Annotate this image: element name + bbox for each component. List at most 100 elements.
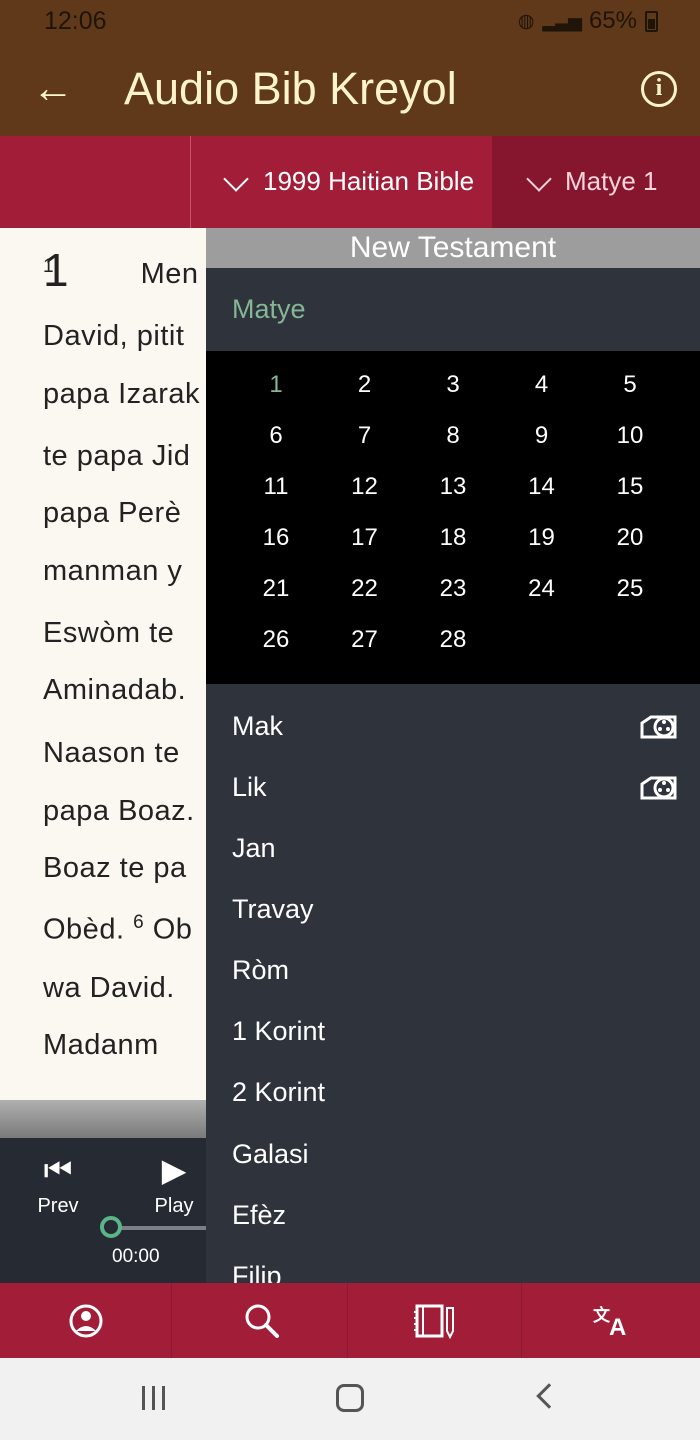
chapter-23-button[interactable]: 23	[423, 572, 483, 606]
verse-line: Boaz te pa	[43, 852, 187, 884]
chapter-25-button[interactable]: 25	[600, 572, 660, 606]
book-chapter-drawer: New Testament Matye 1 2 3 4 5 6 7 8 9 10 11 12 13 14 1…	[206, 228, 700, 1283]
translate-button[interactable]: 文 A	[522, 1283, 700, 1358]
notebook-pen-icon	[413, 1304, 454, 1339]
search-icon	[245, 1304, 279, 1338]
chapter-4-button[interactable]: 4	[512, 368, 572, 402]
audio-time: 00:00	[112, 1246, 160, 1267]
book-chapter-label: Matye 1	[565, 166, 658, 196]
chapter-10-button[interactable]: 10	[600, 419, 660, 453]
system-navigation	[0, 1358, 700, 1440]
chapter-28-button[interactable]: 28	[423, 623, 483, 657]
verse-line: Obèd. 6 Ob	[43, 912, 192, 947]
status-bar: 12:06 ◍ ▂▃▅ 65%	[0, 0, 700, 42]
verse-line: wa David.	[43, 972, 175, 1004]
book-item-travay[interactable]: Travay	[232, 883, 672, 935]
scripture-reader[interactable]: 1 1 Men n David, pitit papa Izarak te pa…	[0, 228, 206, 1100]
chapter-20-button[interactable]: 20	[600, 521, 660, 555]
drawer-heading: New Testament	[206, 228, 700, 268]
film-reel-icon	[640, 776, 677, 800]
film-reel-icon	[640, 715, 677, 739]
play-label: Play	[154, 1195, 194, 1217]
version-label: 1999 Haitian Bible	[263, 166, 475, 196]
play-button[interactable]: ▶ Play	[134, 1151, 214, 1223]
notes-button[interactable]	[350, 1283, 522, 1358]
verse-line: Aminadab.	[43, 674, 187, 706]
chapter-26-button[interactable]: 26	[246, 623, 306, 657]
book-item-jan[interactable]: Jan	[232, 822, 672, 874]
chapter-9-button[interactable]: 9	[512, 419, 572, 453]
chapter-14-button[interactable]: 14	[512, 470, 572, 504]
chapter-24-button[interactable]: 24	[512, 572, 572, 606]
back-arrow-icon[interactable]: ←	[32, 66, 74, 110]
book-item-efez[interactable]: Efèz	[232, 1189, 672, 1241]
svg-text:A: A	[609, 1314, 626, 1339]
book-label: Lik	[232, 772, 267, 802]
chapter-12-button[interactable]: 12	[335, 470, 395, 504]
verse-text: Obèd.	[43, 913, 125, 946]
book-item-2-korint[interactable]: 2 Korint	[232, 1066, 672, 1118]
chapter-13-button[interactable]: 13	[423, 470, 483, 504]
wifi-icon: ◍	[517, 10, 535, 32]
book-item-filip[interactable]: Filip	[232, 1250, 672, 1283]
battery-percentage: 65%	[588, 7, 637, 34]
chapter-grid: 1 2 3 4 5 6 7 8 9 10 11 12 13 14 15 16 17 18 19 20 21 22 23 24 2…	[206, 351, 700, 684]
version-dropdown[interactable]: 1999 Haitian Bible	[190, 136, 492, 228]
book-item-mak[interactable]: Mak	[232, 700, 677, 752]
verse-line: David, pitit	[43, 320, 185, 352]
previous-button[interactable]: ⏮ Prev	[18, 1151, 98, 1223]
previous-label: Prev	[37, 1195, 79, 1217]
app-title: Audio Bib Kreyol	[124, 63, 457, 114]
recent-apps-icon[interactable]	[142, 1386, 166, 1410]
chapter-15-button[interactable]: 15	[600, 470, 660, 504]
chevron-down-icon	[526, 166, 552, 192]
chapter-18-button[interactable]: 18	[423, 521, 483, 555]
current-book[interactable]: Matye	[232, 294, 306, 325]
verse-line: te papa Jid	[43, 440, 191, 472]
chapter-17-button[interactable]: 17	[335, 521, 395, 555]
verse-line: 1 Men n	[43, 256, 206, 291]
verse-line: papa Perè	[43, 497, 182, 529]
verse-text: Ob	[152, 913, 193, 946]
book-chapter-dropdown[interactable]: Matye 1	[492, 136, 700, 228]
chapter-27-button[interactable]: 27	[335, 623, 395, 657]
app-bar: ← Audio Bib Kreyol i	[0, 42, 700, 136]
chapter-2-button[interactable]: 2	[335, 368, 395, 402]
verse-number: 6	[133, 912, 145, 933]
search-button[interactable]	[176, 1283, 348, 1358]
home-icon[interactable]	[336, 1384, 364, 1412]
chapter-5-button[interactable]: 5	[600, 368, 660, 402]
reader-fade	[0, 1100, 206, 1138]
verse-text: Men n	[140, 257, 206, 290]
chapter-16-button[interactable]: 16	[246, 521, 306, 555]
book-list[interactable]: Mak Lik Jan Travay Ròm 1 Korint 2 Korint	[206, 684, 700, 1283]
chapter-22-button[interactable]: 22	[335, 572, 395, 606]
chapter-11-button[interactable]: 11	[246, 470, 306, 504]
info-icon[interactable]: i	[641, 71, 677, 107]
translate-icon: 文 A	[593, 1305, 626, 1339]
back-icon[interactable]	[536, 1383, 562, 1409]
profile-button[interactable]	[0, 1283, 172, 1358]
book-item-rom[interactable]: Ròm	[232, 944, 672, 996]
audio-progress-handle[interactable]	[100, 1216, 122, 1238]
verse-line: manman y	[43, 555, 183, 587]
verse-number: 1	[43, 256, 55, 277]
audio-progress-track[interactable]	[111, 1226, 206, 1230]
chapter-6-button[interactable]: 6	[246, 419, 306, 453]
chapter-8-button[interactable]: 8	[423, 419, 483, 453]
profile-icon	[69, 1304, 102, 1337]
chapter-1-button[interactable]: 1	[246, 368, 306, 402]
chevron-down-icon	[223, 166, 249, 192]
status-indicators: ◍ ▂▃▅ 65%	[518, 7, 658, 35]
book-item-1-korint[interactable]: 1 Korint	[232, 1005, 672, 1057]
verse-line: Eswòm te	[43, 617, 175, 649]
bottom-navigation: 文 A	[0, 1283, 700, 1358]
chapter-7-button[interactable]: 7	[335, 419, 395, 453]
chapter-3-button[interactable]: 3	[423, 368, 483, 402]
signal-icon: ▂▃▅	[542, 10, 582, 31]
chapter-19-button[interactable]: 19	[512, 521, 572, 555]
battery-icon	[645, 10, 658, 32]
book-item-galasi[interactable]: Galasi	[232, 1128, 672, 1180]
chapter-21-button[interactable]: 21	[246, 572, 306, 606]
book-item-lik[interactable]: Lik	[232, 761, 677, 813]
